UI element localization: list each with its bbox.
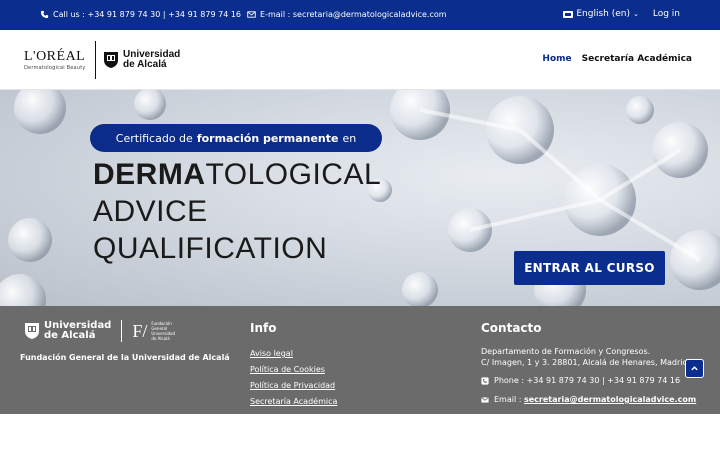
hero-banner: Certificado de formación permanente en D… — [0, 90, 720, 306]
title-bold-part: DERMA — [93, 158, 206, 191]
language-label: English (en) — [576, 9, 630, 19]
site-footer: Universidad de Alcalá F/ Fundación Gener… — [0, 306, 720, 414]
uah-name-line2: de Alcalá — [123, 59, 167, 70]
contact-email-link[interactable]: secretaria@dermatologicaladvice.com — [524, 395, 696, 404]
shield-crest-icon — [25, 323, 39, 339]
contact-heading: Contacto — [481, 321, 542, 335]
pill-text-bold: formación permanente — [196, 131, 339, 145]
nav-home[interactable]: Home — [542, 54, 571, 64]
course-title-line3: QUALIFICATION — [93, 232, 328, 265]
title-rest-part: TOLOGICAL — [205, 158, 382, 191]
nav-secretaria[interactable]: Secretaría Académica — [582, 54, 692, 64]
shield-crest-icon — [104, 52, 118, 68]
loreal-subtitle: Dermatological Beauty — [24, 65, 86, 71]
loreal-logo[interactable]: L'ORÉAL Dermatological Beauty — [24, 49, 86, 72]
main-nav: Home Secretaría Académica — [532, 54, 692, 64]
pill-text-pre: Certificado de — [115, 131, 193, 145]
dept-line1: Departamento de Formación y Congresos. — [481, 347, 651, 356]
link-privacidad[interactable]: Política de Privacidad — [250, 381, 337, 391]
email-prefix: Email : — [494, 395, 522, 404]
call-us-text: Call us : +34 91 879 74 30 | +34 91 879 … — [53, 10, 242, 19]
course-title-line2: ADVICE — [93, 195, 208, 228]
contact-phone: Phone : +34 91 879 74 30 | +34 91 879 74… — [481, 376, 680, 385]
site-header: L'ORÉAL Dermatological Beauty Universida… — [0, 30, 720, 90]
top-contact: Call us : +34 91 879 74 30 | +34 91 879 … — [40, 10, 447, 19]
footer-org-name: Fundación General de la Universidad de A… — [20, 353, 230, 362]
top-right: English (en) ⌄ Log in — [563, 9, 680, 19]
contact-phone-text: Phone : +34 91 879 74 30 | +34 91 879 74… — [494, 376, 681, 385]
envelope-icon — [481, 396, 489, 403]
contact-department: Departamento de Formación y Congresos. C… — [481, 346, 688, 368]
link-aviso-legal[interactable]: Aviso legal — [250, 349, 337, 359]
uah-logo[interactable]: Universidad de Alcalá — [103, 50, 180, 70]
info-links: Aviso legal Política de Cookies Política… — [250, 349, 337, 413]
enter-course-button[interactable]: ENTRAR AL CURSO — [514, 251, 665, 285]
link-cookies[interactable]: Política de Cookies — [250, 365, 337, 375]
fundacion-mark: F/ — [132, 321, 148, 341]
phone-icon — [40, 10, 49, 19]
footer-logo-divider — [121, 320, 123, 342]
footer-logos: Universidad de Alcalá F/ Fundación Gener… — [24, 320, 177, 342]
course-title: DERMATOLOGICAL ADVICE QUALIFICATION — [93, 156, 381, 267]
contact-email: Email : secretaria@dermatologicaladvice.… — [481, 395, 696, 404]
loreal-brand: L'ORÉAL — [24, 49, 86, 64]
fundacion-small-text: Fundación General Universidad de Alcalá — [151, 321, 176, 341]
logo-divider — [95, 41, 96, 79]
uah-name: Universidad de Alcalá — [123, 50, 180, 70]
arrow-up-icon — [691, 366, 698, 371]
language-selector[interactable]: English (en) ⌄ — [563, 9, 639, 19]
top-bar: Call us : +34 91 879 74 30 | +34 91 879 … — [0, 0, 720, 30]
envelope-icon — [247, 11, 256, 18]
login-link[interactable]: Log in — [653, 9, 680, 19]
flag-icon — [563, 10, 574, 18]
chevron-down-icon: ⌄ — [632, 10, 639, 18]
footer-uah-line2: de Alcalá — [44, 330, 96, 341]
phone-icon — [481, 376, 489, 385]
scroll-to-top-button[interactable] — [685, 359, 704, 378]
dept-line2: C/ Imagen, 1 y 3. 28801, Alcalá de Henar… — [481, 358, 688, 367]
top-email-text[interactable]: E-mail : secretaria@dermatologicaladvice… — [260, 10, 447, 19]
course-title-line1: DERMATOLOGICAL — [93, 156, 381, 193]
certificate-pill: Certificado de formación permanente en — [90, 124, 382, 152]
info-heading: Info — [250, 321, 277, 335]
link-secretaria[interactable]: Secretaría Académica — [250, 397, 337, 407]
footer-uah-name: Universidad de Alcalá — [44, 321, 111, 341]
pill-text-post: en — [342, 131, 357, 145]
